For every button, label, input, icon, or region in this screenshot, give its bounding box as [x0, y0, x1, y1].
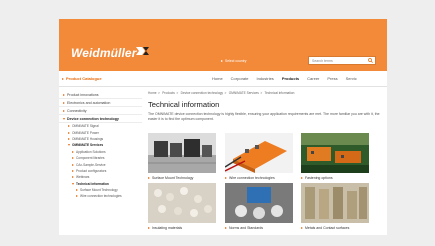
- tile-image-insulating: [148, 183, 216, 223]
- tile-caption: Insulating materials: [152, 226, 183, 230]
- arrow-right-icon: [148, 227, 150, 229]
- tile-image-fastening: [301, 133, 369, 173]
- arrow-right-icon: [68, 137, 70, 140]
- tile-norms-standards[interactable]: Norms and Standards: [225, 183, 293, 230]
- nav-home[interactable]: Home: [212, 76, 223, 81]
- sidebar-subitem-label: Surface Mount Technology: [80, 188, 118, 193]
- sidebar-item-product-innovations[interactable]: Product innovations: [59, 91, 142, 99]
- tile-wire-connection[interactable]: Wire connection technologies: [225, 133, 293, 180]
- search-placeholder: Search terms: [312, 59, 333, 63]
- arrow-right-icon: [148, 177, 150, 179]
- breadcrumb: Home > Products > Device connection techno…: [148, 91, 295, 95]
- chevron-down-icon: [72, 182, 74, 185]
- breadcrumb-products[interactable]: Products: [162, 91, 175, 95]
- nav-industries[interactable]: Industries: [256, 76, 273, 81]
- site-header: Weidmüller Select country Search terms: [59, 19, 387, 71]
- search-icon[interactable]: [368, 58, 373, 63]
- weidmuller-logo-mark-icon: [136, 47, 149, 55]
- nav-corporate[interactable]: Corporate: [231, 76, 249, 81]
- tile-fastening-options[interactable]: Fastening options: [301, 133, 369, 180]
- select-country-link[interactable]: Select country: [221, 59, 247, 63]
- sidebar-item-label: Connectivity: [67, 108, 87, 113]
- nav-service[interactable]: Servic: [346, 76, 357, 81]
- sidebar: Product innovations Electronics and auto…: [59, 91, 142, 200]
- chevron-down-icon: [63, 117, 65, 120]
- arrow-right-icon: [63, 109, 65, 112]
- tile-caption: Surface Mount Technology: [152, 176, 194, 180]
- sidebar-subitem-label: OMNIMATE Signal: [72, 124, 99, 129]
- browser-page: Weidmüller Select country Search terms P…: [59, 19, 387, 235]
- arrow-right-icon: [221, 60, 223, 62]
- sidebar-subitem-label: Component libraries: [76, 156, 105, 161]
- arrow-right-icon: [301, 227, 303, 229]
- tile-insulating-materials[interactable]: Insulating materials: [148, 183, 216, 230]
- nav-career[interactable]: Career: [307, 76, 319, 81]
- breadcrumb-omnimate-services[interactable]: OMNIMATE Services: [229, 91, 259, 95]
- select-country-label: Select country: [225, 59, 247, 63]
- sidebar-subitem-label: CAx-Sample-Service: [76, 162, 106, 167]
- sidebar-subitem-label: Product configurators: [76, 168, 107, 173]
- sidebar-item-label: Device connection technology: [67, 116, 119, 121]
- arrow-right-icon: [72, 150, 74, 153]
- arrow-right-icon: [225, 227, 227, 229]
- sidebar-subitem-label: Technical information: [76, 181, 109, 186]
- sidebar-subitem-label: Wire connection technologies: [80, 194, 122, 199]
- breadcrumb-current: Technical information: [264, 91, 295, 95]
- arrow-right-icon: [76, 195, 78, 198]
- arrow-right-icon: [72, 169, 74, 172]
- arrow-right-icon: [68, 125, 70, 128]
- tile-caption: Metals and Contact surfaces: [305, 226, 350, 230]
- sidebar-subitem-label: Application Solutions: [76, 149, 106, 154]
- sidebar-item-device-connection[interactable]: Device connection technology: [59, 115, 142, 123]
- breadcrumb-home[interactable]: Home: [148, 91, 157, 95]
- sidebar-subitem-label: OMNIMATE Power: [72, 130, 99, 135]
- sidebar-item-electronics[interactable]: Electronics and automation: [59, 99, 142, 107]
- sidebar-item-label: Product innovations: [67, 92, 99, 97]
- arrow-right-icon: [63, 93, 65, 96]
- page-title: Technical information: [148, 100, 220, 109]
- nav-products[interactable]: Products: [282, 76, 299, 81]
- arrow-right-icon: [68, 131, 70, 134]
- arrow-right-icon: [301, 177, 303, 179]
- tile-image-wire: [225, 133, 293, 173]
- arrow-right-icon: [72, 157, 74, 160]
- tile-caption: Wire connection technologies: [229, 176, 275, 180]
- arrow-right-icon: [72, 163, 74, 166]
- weidmuller-logo[interactable]: Weidmüller: [71, 46, 136, 60]
- sidebar-subitem-label: OMNIMATE Services: [72, 143, 104, 148]
- product-catalogue-label: Product Catalogue: [66, 76, 102, 81]
- tile-surface-mount[interactable]: Surface Mount Technology: [148, 133, 216, 180]
- tile-caption: Norms and Standards: [229, 226, 264, 230]
- nav-press[interactable]: Press: [327, 76, 337, 81]
- chevron-down-icon: [68, 144, 70, 147]
- arrow-right-icon: [62, 77, 64, 80]
- main-navigation: Product Catalogue Home Corporate Industr…: [59, 71, 387, 87]
- sidebar-item-label: Electronics and automation: [67, 100, 111, 105]
- search-input[interactable]: Search terms: [308, 56, 376, 65]
- sidebar-item-connectivity[interactable]: Connectivity: [59, 107, 142, 115]
- sidebar-subitem-label: Webinars: [76, 175, 90, 180]
- breadcrumb-device-connection[interactable]: Device connection technology: [181, 91, 223, 95]
- sidebar-subitem-label: OMNIMATE Housings: [72, 136, 104, 141]
- arrow-right-icon: [72, 176, 74, 179]
- tile-image-norms: [225, 183, 293, 223]
- tile-image-smt: [148, 133, 216, 173]
- top-nav-links: Home Corporate Industries Products Caree…: [212, 76, 357, 81]
- arrow-right-icon: [225, 177, 227, 179]
- intro-text: The OMNIMATE device connection technolog…: [148, 112, 380, 121]
- arrow-right-icon: [63, 101, 65, 104]
- main-content: Home > Products > Device connection techno…: [148, 91, 384, 122]
- tile-image-metals: [301, 183, 369, 223]
- sidebar-subitem-wire-connection[interactable]: Wire connection technologies: [59, 193, 142, 199]
- tile-caption: Fastening options: [305, 176, 333, 180]
- product-catalogue-link[interactable]: Product Catalogue: [62, 76, 102, 81]
- tile-metals-contact[interactable]: Metals and Contact surfaces: [301, 183, 369, 230]
- arrow-right-icon: [76, 189, 78, 192]
